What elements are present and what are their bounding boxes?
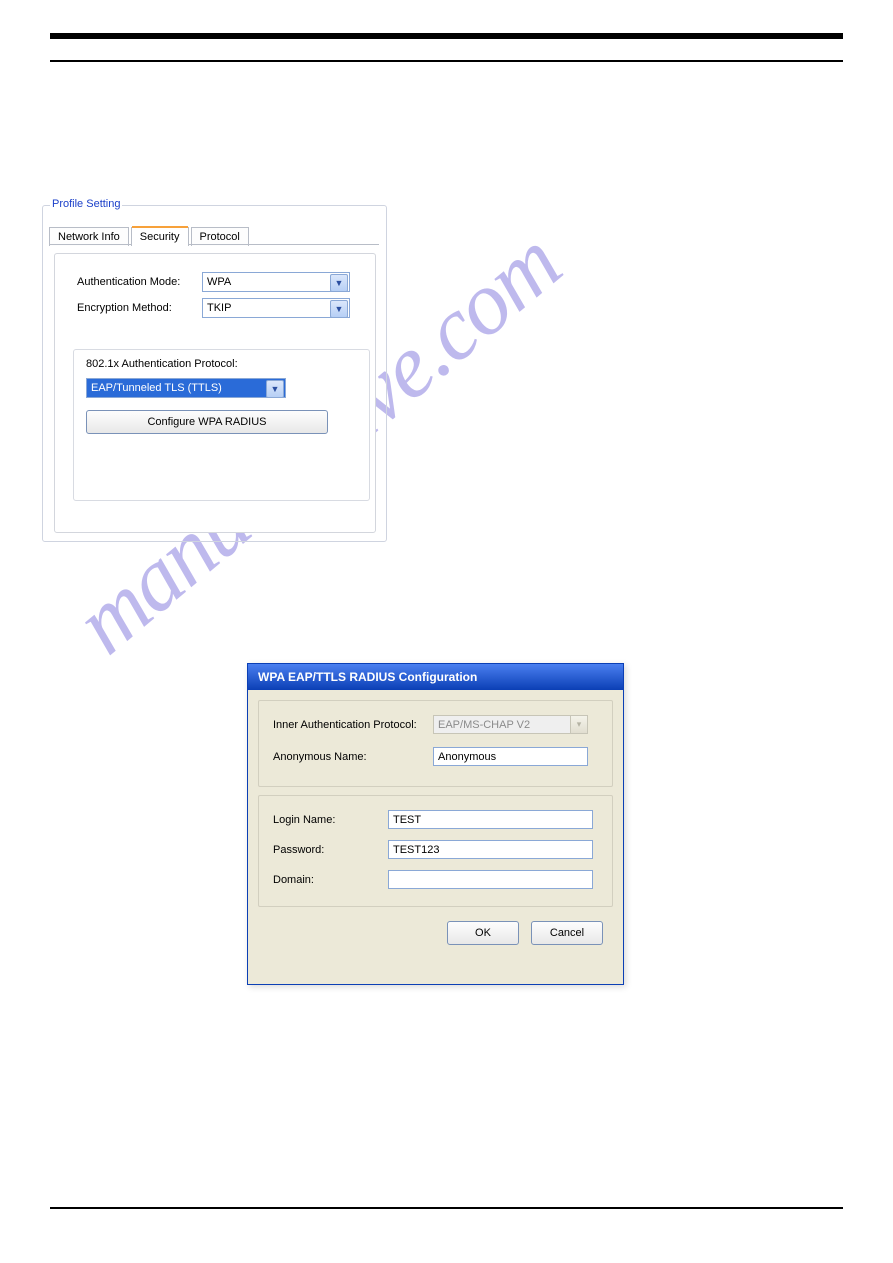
- login-name-label: Login Name:: [259, 814, 388, 826]
- 8021x-protocol-value: EAP/Tunneled TLS (TTLS): [91, 382, 222, 394]
- login-name-input[interactable]: [388, 810, 593, 829]
- enc-method-value: TKIP: [207, 302, 231, 314]
- 8021x-group: 802.1x Authentication Protocol: EAP/Tunn…: [73, 349, 370, 501]
- auth-mode-value: WPA: [207, 276, 231, 288]
- wpa-radius-dialog: WPA EAP/TTLS RADIUS Configuration Inner …: [247, 663, 624, 985]
- 8021x-protocol-select[interactable]: EAP/Tunneled TLS (TTLS) ▼: [86, 378, 286, 398]
- 8021x-group-label: 802.1x Authentication Protocol:: [86, 358, 238, 370]
- tab-security[interactable]: Security: [131, 227, 189, 246]
- auth-mode-select[interactable]: WPA ▼: [202, 272, 350, 292]
- dialog-title: WPA EAP/TTLS RADIUS Configuration: [248, 664, 623, 690]
- password-input[interactable]: [388, 840, 593, 859]
- header-rule-thick: [50, 33, 843, 39]
- profile-setting-panel: Profile Setting Network Info Security Pr…: [42, 198, 387, 543]
- inner-auth-select: EAP/MS-CHAP V2 ▾: [433, 715, 588, 734]
- domain-input[interactable]: [388, 870, 593, 889]
- dialog-section-auth: Inner Authentication Protocol: EAP/MS-CH…: [258, 700, 613, 787]
- header-rule-thin: [50, 60, 843, 62]
- inner-auth-label: Inner Authentication Protocol:: [259, 719, 433, 731]
- anon-name-input[interactable]: [433, 747, 588, 766]
- configure-wpa-radius-button[interactable]: Configure WPA RADIUS: [86, 410, 328, 434]
- enc-method-select[interactable]: TKIP ▼: [202, 298, 350, 318]
- ok-button[interactable]: OK: [447, 921, 519, 945]
- domain-label: Domain:: [259, 874, 388, 886]
- chevron-down-icon: ▼: [266, 380, 284, 398]
- enc-method-label: Encryption Method:: [77, 302, 202, 314]
- tab-underline: [49, 244, 379, 245]
- dialog-section-login: Login Name: Password: Domain:: [258, 795, 613, 907]
- anon-name-label: Anonymous Name:: [259, 751, 433, 763]
- password-label: Password:: [259, 844, 388, 856]
- chevron-down-icon: ▼: [330, 274, 348, 292]
- chevron-down-icon: ▼: [330, 300, 348, 318]
- profile-legend: Profile Setting: [50, 198, 122, 210]
- chevron-down-icon: ▾: [570, 716, 587, 733]
- footer-rule: [50, 1207, 843, 1209]
- inner-auth-value: EAP/MS-CHAP V2: [438, 719, 530, 731]
- cancel-button[interactable]: Cancel: [531, 921, 603, 945]
- auth-mode-label: Authentication Mode:: [77, 276, 202, 288]
- security-tab-panel: Authentication Mode: WPA ▼ Encryption Me…: [54, 253, 376, 533]
- tab-bar: Network Info Security Protocol: [49, 223, 251, 245]
